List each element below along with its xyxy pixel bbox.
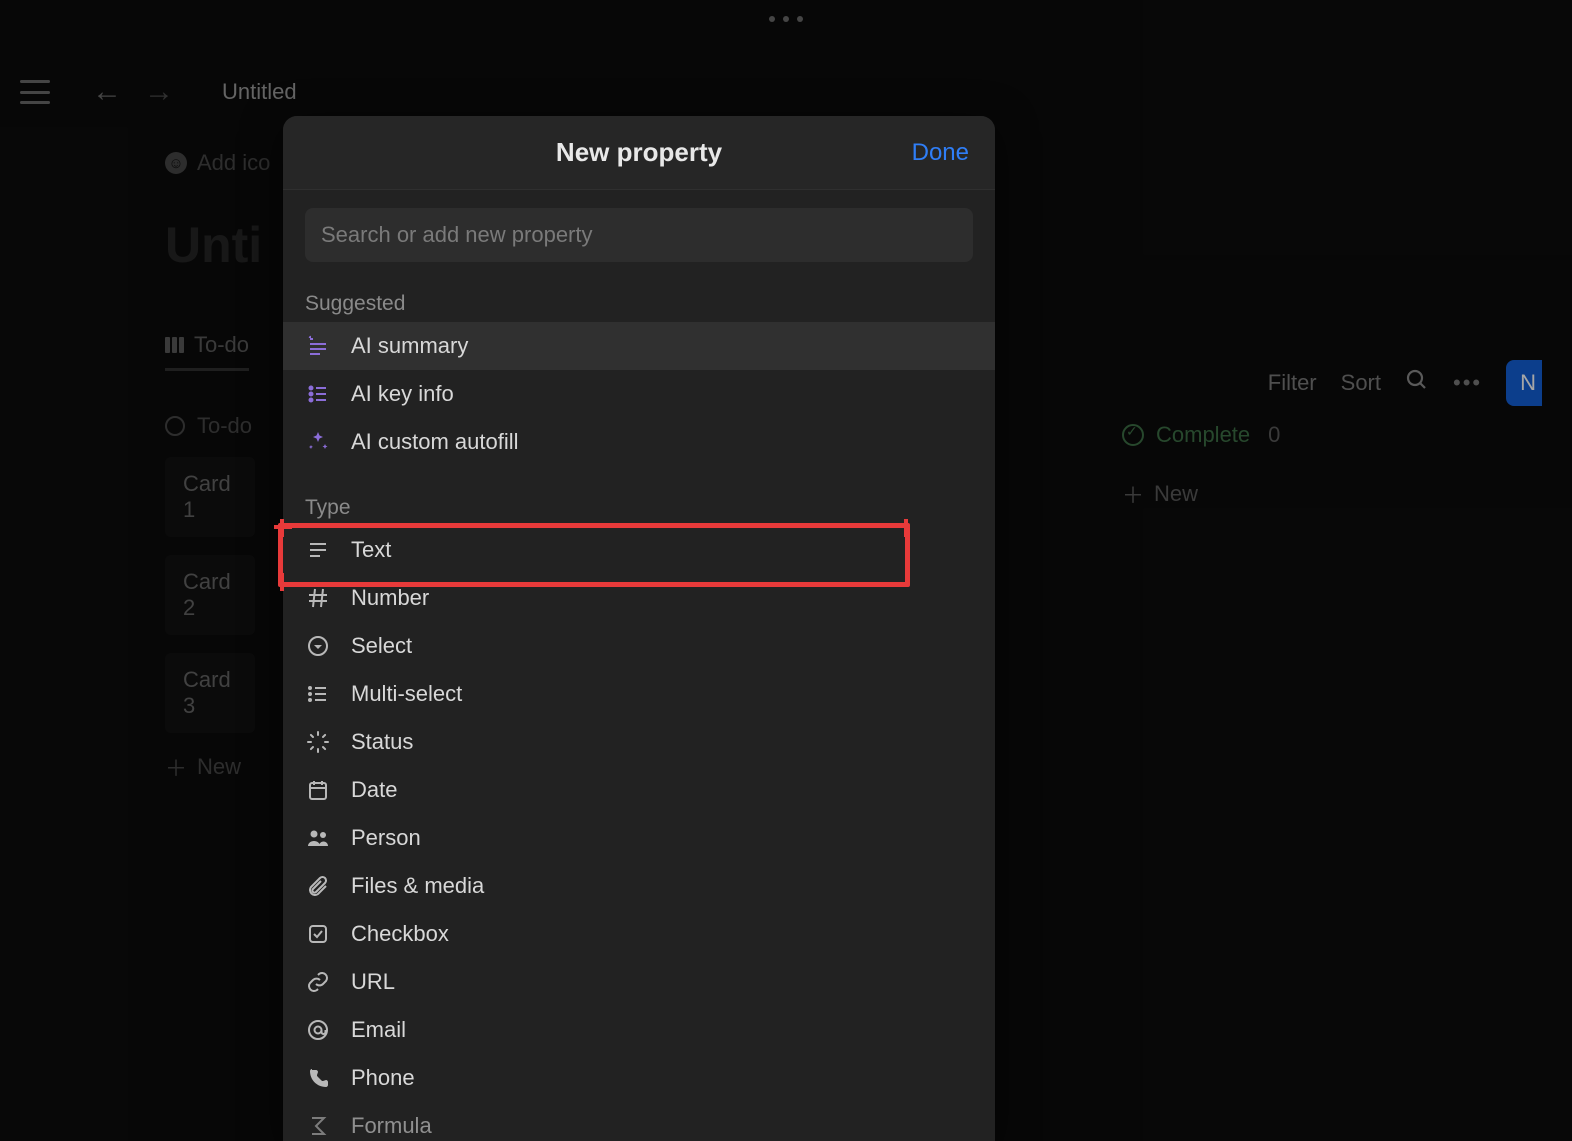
ai-autofill-icon	[305, 429, 331, 455]
option-label: URL	[351, 969, 395, 995]
new-property-modal: New property Done Suggested AI summary A…	[283, 116, 995, 1141]
option-phone[interactable]: Phone	[283, 1054, 995, 1102]
checkbox-icon	[305, 921, 331, 947]
option-url[interactable]: URL	[283, 958, 995, 1006]
option-label: Phone	[351, 1065, 415, 1091]
option-label: AI summary	[351, 333, 468, 359]
option-person[interactable]: Person	[283, 814, 995, 862]
option-text[interactable]: Text	[283, 526, 995, 574]
search-input[interactable]	[321, 222, 957, 248]
option-label: Number	[351, 585, 429, 611]
option-ai-autofill[interactable]: AI custom autofill	[283, 418, 995, 466]
option-status[interactable]: Status	[283, 718, 995, 766]
option-checkbox[interactable]: Checkbox	[283, 910, 995, 958]
option-label: Status	[351, 729, 413, 755]
files-icon	[305, 873, 331, 899]
url-icon	[305, 969, 331, 995]
date-icon	[305, 777, 331, 803]
done-button[interactable]: Done	[912, 139, 969, 167]
option-number[interactable]: Number	[283, 574, 995, 622]
option-label: Multi-select	[351, 681, 462, 707]
option-formula[interactable]: Formula	[283, 1102, 995, 1141]
option-label: Person	[351, 825, 421, 851]
option-files[interactable]: Files & media	[283, 862, 995, 910]
text-icon	[305, 537, 331, 563]
option-label: Email	[351, 1017, 406, 1043]
option-label: Date	[351, 777, 397, 803]
number-icon	[305, 585, 331, 611]
formula-icon	[305, 1113, 331, 1139]
option-email[interactable]: Email	[283, 1006, 995, 1054]
multiselect-icon	[305, 681, 331, 707]
option-multiselect[interactable]: Multi-select	[283, 670, 995, 718]
option-label: Checkbox	[351, 921, 449, 947]
modal-title: New property	[556, 137, 722, 168]
option-label: Select	[351, 633, 412, 659]
ai-keyinfo-icon	[305, 381, 331, 407]
person-icon	[305, 825, 331, 851]
section-type: Type	[305, 496, 973, 520]
status-icon	[305, 729, 331, 755]
ai-summary-icon	[305, 333, 331, 359]
option-date[interactable]: Date	[283, 766, 995, 814]
option-label: Files & media	[351, 873, 484, 899]
email-icon	[305, 1017, 331, 1043]
option-label: AI custom autofill	[351, 429, 519, 455]
select-icon	[305, 633, 331, 659]
option-label: Text	[351, 537, 391, 563]
search-input-wrapper[interactable]	[305, 208, 973, 262]
option-select[interactable]: Select	[283, 622, 995, 670]
option-label: Formula	[351, 1113, 432, 1139]
option-ai-key-info[interactable]: AI key info	[283, 370, 995, 418]
option-label: AI key info	[351, 381, 454, 407]
option-ai-summary[interactable]: AI summary	[283, 322, 995, 370]
phone-icon	[305, 1065, 331, 1091]
modal-header: New property Done	[283, 116, 995, 190]
section-suggested: Suggested	[305, 292, 973, 316]
